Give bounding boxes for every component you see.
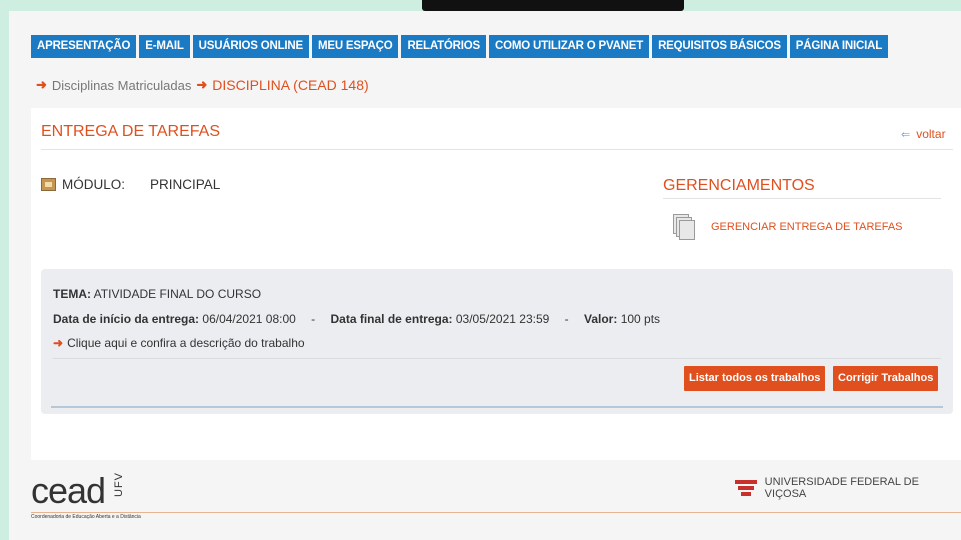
listar-trabalhos-button[interactable]: Listar todos os trabalhos <box>684 366 826 391</box>
breadcrumb-current: DISCIPLINA (CEAD 148) <box>212 77 369 93</box>
valor-label: Valor: <box>583 312 618 326</box>
university-name: UNIVERSIDADE FEDERAL DE VIÇOSA <box>764 476 919 500</box>
breadcrumb-parent-link[interactable]: Disciplinas Matriculadas <box>52 78 191 93</box>
separator: - <box>311 312 316 326</box>
gerenciar-entrega-link[interactable]: GERENCIAR ENTREGA DE TAREFAS <box>673 214 903 240</box>
nav-item-requisitos[interactable]: REQUISITOS BÁSICOS <box>652 35 787 58</box>
gerenciar-entrega-label: GERENCIAR ENTREGA DE TAREFAS <box>711 221 903 233</box>
cead-logo: cead UFV Coordenadoria de Educação Abert… <box>31 470 141 520</box>
task-divider <box>53 358 941 359</box>
cead-logo-subtitle: Coordenadoria de Educação Aberta e a Dis… <box>31 514 141 520</box>
corrigir-trabalhos-button[interactable]: Corrigir Trabalhos <box>833 366 939 391</box>
top-black-bar <box>422 0 684 11</box>
cead-logo-text: cead <box>31 470 106 511</box>
main-panel: ENTREGA DE TAREFAS ⇐ voltar MÓDULO: PRIN… <box>31 108 961 460</box>
footer-divider <box>31 512 961 513</box>
inicio-label: Data de início da entrega: <box>53 312 200 326</box>
nav-item-usuarios-online[interactable]: USUÁRIOS ONLINE <box>192 35 309 58</box>
final-value: 03/05/2021 23:59 <box>455 312 550 326</box>
right-arrow-icon: ➜ <box>196 77 208 92</box>
inicio-value: 06/04/2021 08:00 <box>202 312 296 326</box>
tema-value: ATIVIDADE FINAL DO CURSO <box>93 287 262 301</box>
descricao-link[interactable]: ➜ Clique aqui e confira a descrição do t… <box>53 336 305 350</box>
task-card: TEMA: ATIVIDADE FINAL DO CURSO Data de i… <box>41 269 953 414</box>
university-brand: UNIVERSIDADE FEDERAL DE VIÇOSA <box>733 476 961 500</box>
gerenciamentos-title: GERENCIAMENTOS <box>663 177 815 194</box>
nav-item-email[interactable]: E-MAIL <box>139 35 190 58</box>
documents-icon <box>673 214 695 240</box>
cead-logo-ufv: UFV <box>113 472 125 497</box>
descricao-link-label: Clique aqui e confira a descrição do tra… <box>67 336 305 350</box>
valor-value: 100 pts <box>620 312 661 326</box>
modulo-label: MÓDULO: <box>62 177 126 192</box>
box-icon <box>41 178 56 191</box>
modulo-value: PRINCIPAL <box>150 177 221 192</box>
page-title: ENTREGA DE TAREFAS <box>41 123 221 140</box>
nav-item-apresentacao[interactable]: APRESENTAÇÃO <box>31 35 137 58</box>
nav-item-meu-espaco[interactable]: MEU ESPAÇO <box>311 35 399 58</box>
modulo-info: MÓDULO: PRINCIPAL <box>41 177 220 192</box>
final-label: Data final de entrega: <box>330 312 453 326</box>
breadcrumb: ➜ Disciplinas Matriculadas ➜ DISCIPLINA … <box>36 77 369 93</box>
back-link[interactable]: ⇐ voltar <box>901 127 946 141</box>
task-tema: TEMA: ATIVIDADE FINAL DO CURSO <box>53 287 261 301</box>
tema-label: TEMA: <box>53 287 91 301</box>
main-nav: APRESENTAÇÃO E-MAIL USUÁRIOS ONLINE MEU … <box>31 35 889 58</box>
nav-item-como-utilizar[interactable]: COMO UTILIZAR O PVANET <box>489 35 650 58</box>
task-bottom-rule <box>51 406 943 408</box>
task-dates: Data de início da entrega: 06/04/2021 08… <box>53 312 660 326</box>
back-arrow-icon: ⇐ <box>901 128 911 141</box>
back-label: voltar <box>916 127 946 141</box>
right-arrow-icon: ➜ <box>36 77 47 92</box>
separator: - <box>564 312 569 326</box>
nav-item-pagina-inicial[interactable]: PÁGINA INICIAL <box>789 35 889 58</box>
university-crest-icon <box>733 478 759 498</box>
right-arrow-icon: ➜ <box>53 336 64 350</box>
gerenciamentos-divider <box>663 198 941 199</box>
nav-item-relatorios[interactable]: RELATÓRIOS <box>401 35 486 58</box>
title-divider <box>41 149 953 150</box>
